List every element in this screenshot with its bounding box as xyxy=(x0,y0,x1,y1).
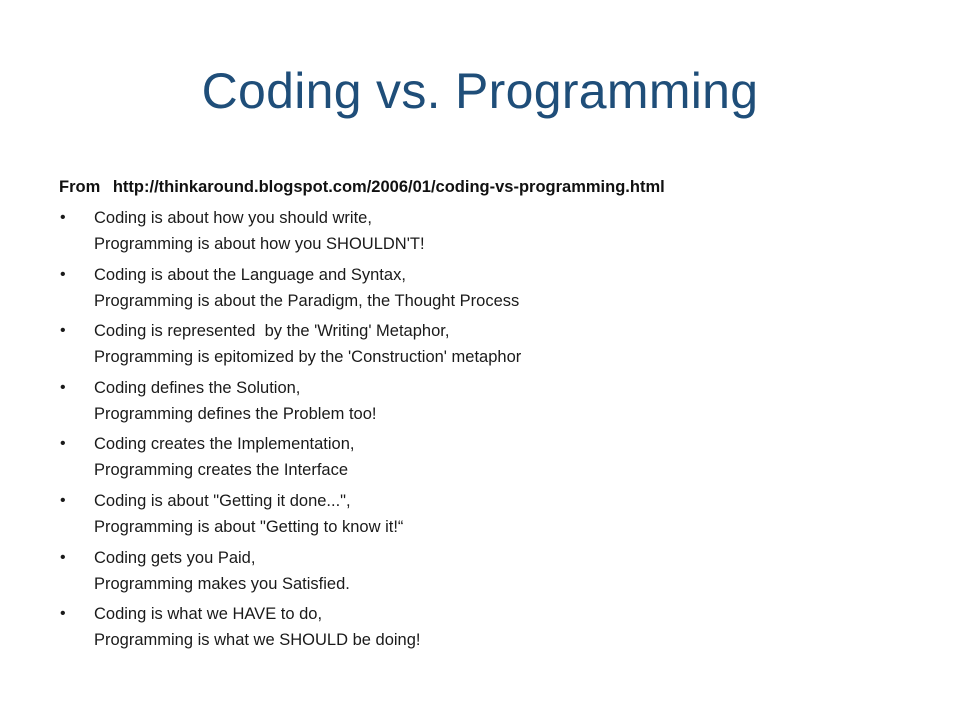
programming-statement: Programming makes you Satisfied. xyxy=(94,574,350,593)
source-url: http://thinkaround.blogspot.com/2006/01/… xyxy=(112,178,665,196)
source-line: From http://thinkaround.blogspot.com/200… xyxy=(59,176,665,198)
coding-statement: Coding is about how you should write, xyxy=(94,209,372,227)
coding-statement: Coding is about the Language and Syntax, xyxy=(94,265,406,284)
coding-statement: Coding is about "Getting it done...", xyxy=(94,491,351,510)
coding-statement: Coding defines the Solution, xyxy=(94,378,301,397)
programming-statement: Programming is what we SHOULD be doing! xyxy=(94,631,421,650)
coding-statement: Coding is represented by the 'Writing' M… xyxy=(94,322,450,341)
bullet-icon: • xyxy=(60,322,66,340)
programming-statement: Programming creates the Interface xyxy=(94,461,349,480)
coding-statement: Coding gets you Paid, xyxy=(94,548,256,567)
programming-statement: Programming is about the Paradigm, the T… xyxy=(94,291,520,310)
bullet-icon: • xyxy=(60,605,66,623)
bullet-icon: • xyxy=(60,435,66,453)
bullet-icon: • xyxy=(60,209,66,226)
coding-statement: Coding is what we HAVE to do, xyxy=(94,605,323,624)
programming-statement: Programming defines the Problem too! xyxy=(94,404,377,423)
bullet-icon: • xyxy=(60,491,66,509)
source-label: From xyxy=(59,178,101,196)
list-item: • Coding is about "Getting it done...", … xyxy=(59,488,919,540)
list-item: • Coding gets you Paid, Programming make… xyxy=(59,545,919,597)
bullet-icon: • xyxy=(60,265,66,283)
programming-statement: Programming is epitomized by the 'Constr… xyxy=(94,348,522,367)
list-item: • Coding is represented by the 'Writing'… xyxy=(59,318,919,370)
list-item: • Coding is about the Language and Synta… xyxy=(59,262,919,314)
bullet-icon: • xyxy=(60,378,66,396)
bullet-list: • Coding is about how you should write, … xyxy=(59,205,919,658)
list-item: • Coding creates the Implementation, Pro… xyxy=(59,431,919,483)
list-item: • Coding is about how you should write, … xyxy=(59,205,919,257)
bullet-icon: • xyxy=(60,548,66,566)
coding-statement: Coding creates the Implementation, xyxy=(94,435,355,454)
slide-title: Coding vs. Programming xyxy=(201,63,759,119)
programming-statement: Programming is about how you SHOULDN'T! xyxy=(94,235,425,253)
programming-statement: Programming is about "Getting to know it… xyxy=(94,517,404,536)
list-item: • Coding defines the Solution, Programmi… xyxy=(59,375,919,427)
list-item: • Coding is what we HAVE to do, Programm… xyxy=(59,601,919,653)
